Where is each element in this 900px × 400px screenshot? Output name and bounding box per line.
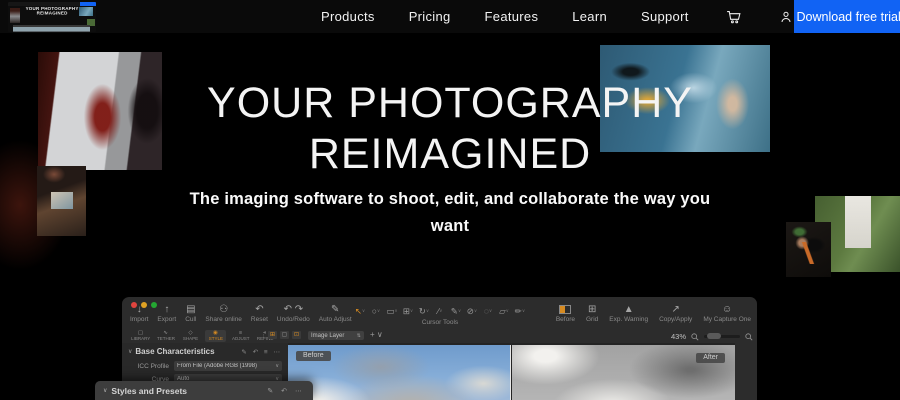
tool-tabs: ▢ LIBRARY ∿ TETHER ◇ SHAPE ◉ STYLE ≡ ADJ… xyxy=(130,330,276,342)
zoom-in-icon[interactable] xyxy=(745,332,753,341)
collapse-chevron-icon[interactable]: ∨ xyxy=(103,387,107,394)
thumb-mini-app-screenshot xyxy=(13,25,90,32)
auto-adjust-button[interactable]: ✎ Auto Adjust xyxy=(319,304,352,323)
layer-select[interactable]: Image Layer ⇅ xyxy=(308,331,364,340)
cull-icon: ▤ xyxy=(186,304,196,315)
straighten-cursor-tool[interactable]: ∕∨ xyxy=(432,306,448,317)
tab-style[interactable]: ◉ STYLE xyxy=(205,330,226,342)
panel-action-icons[interactable]: ✎ ↶ ⋯ xyxy=(267,387,305,395)
undo-redo-button[interactable]: ↶ ↷ Undo/Redo xyxy=(277,304,310,323)
cull-button[interactable]: ▤ Cull xyxy=(185,304,196,323)
exposure-warning-button[interactable]: ▲ Exp. Warning xyxy=(609,304,648,323)
tabs-overflow-icon[interactable]: ⋮ xyxy=(260,331,267,339)
grid-cursor-tool[interactable]: ⊞∨ xyxy=(400,306,416,317)
thumb-mini-cta xyxy=(80,2,96,6)
nav-link-learn[interactable]: Learn xyxy=(572,9,607,24)
copy-apply-icon: ↗ xyxy=(671,304,680,315)
import-button[interactable]: ↓ Import xyxy=(130,304,148,323)
mask-view-icon[interactable]: ⊞ xyxy=(268,331,277,339)
my-capture-one-button[interactable]: ☺ My Capture One xyxy=(703,304,751,323)
select-cursor-tool[interactable]: ↖∨ xyxy=(352,306,368,317)
crop-cursor-tool[interactable]: ▭∨ xyxy=(384,306,400,317)
tab-adjust[interactable]: ≡ ADJUST xyxy=(230,330,251,342)
zoom-slider[interactable] xyxy=(704,333,740,339)
layer-view-buttons: ⊞ ▢ ⊡ xyxy=(268,331,301,339)
top-navigation: YOUR PHOTOGRAPHY REIMAGINED Products Pri… xyxy=(0,0,900,33)
adjust-icon: ≡ xyxy=(238,330,243,336)
viewer-before-image[interactable]: Before xyxy=(288,345,511,400)
user-profile-icon: ☺ xyxy=(722,304,733,315)
clone-cursor-tool[interactable]: ▱∨ xyxy=(496,306,512,317)
logo-page-thumbnail[interactable]: YOUR PHOTOGRAPHY REIMAGINED xyxy=(8,2,96,32)
image-viewer: Before After xyxy=(288,343,735,400)
tab-library[interactable]: ▢ LIBRARY xyxy=(130,330,151,342)
undo-redo-icon: ↶ ↷ xyxy=(283,304,304,315)
hero-subtitle: The imaging software to shoot, edit, and… xyxy=(189,190,711,235)
icc-profile-select[interactable]: From File (Adobe RGB (1998) ∨ xyxy=(174,361,282,371)
cursor-tools-group: ↖∨ ○∨ ▭∨ ⊞∨ ↻∨ ∕∨ ✎∨ ⊘∨ ◌∨ ▱∨ ✏∨ xyxy=(352,306,528,317)
tab-shape[interactable]: ◇ SHAPE xyxy=(180,330,201,342)
download-free-trial-button[interactable]: Download free trial xyxy=(793,0,900,33)
tether-icon: ∿ xyxy=(163,330,168,336)
styles-and-presets-panel[interactable]: ∨ Styles and Presets ✎ ↶ ⋯ xyxy=(95,381,313,400)
warning-triangle-icon: ▲ xyxy=(623,304,634,315)
zoom-controls: 43% xyxy=(671,332,753,341)
nav-link-pricing[interactable]: Pricing xyxy=(409,9,451,24)
grid-toggle-button[interactable]: ⊞ Grid xyxy=(586,304,598,323)
export-button[interactable]: ↑ Export xyxy=(157,304,176,323)
account-icon[interactable] xyxy=(778,9,794,25)
grid-icon: ⊞ xyxy=(587,304,597,315)
toolbar-left-group: ↓ Import ↑ Export ▤ Cull ⚇ Share online … xyxy=(130,304,352,323)
stepper-icon: ⇅ xyxy=(356,332,361,339)
zoom-out-icon[interactable] xyxy=(691,332,699,341)
chevron-down-icon: ∨ xyxy=(275,363,279,369)
shape-icon: ◇ xyxy=(188,330,193,336)
viewer-after-image[interactable]: After xyxy=(512,345,735,400)
zoom-level-value: 43% xyxy=(670,332,686,341)
rotate-cursor-tool[interactable]: ↻∨ xyxy=(416,306,432,317)
hero-photo-photographer xyxy=(786,222,831,277)
overlay-view-icon[interactable]: ⊡ xyxy=(292,331,301,339)
import-icon: ↓ xyxy=(136,304,142,315)
heal-cursor-tool[interactable]: ◌∨ xyxy=(480,306,496,317)
nav-links: Products Pricing Features Learn Support xyxy=(321,9,689,24)
cursor-tools-label: Cursor Tools xyxy=(421,319,459,326)
export-icon: ↑ xyxy=(164,304,170,315)
hero-title: YOUR PHOTOGRAPHY REIMAGINED xyxy=(0,78,900,180)
pan-cursor-tool[interactable]: ○∨ xyxy=(368,306,384,317)
before-toggle-button[interactable]: Before xyxy=(556,304,575,323)
annotate-cursor-tool[interactable]: ✏∨ xyxy=(512,306,528,317)
nav-link-features[interactable]: Features xyxy=(485,9,539,24)
landing-page: YOUR PHOTOGRAPHY REIMAGINED Products Pri… xyxy=(0,0,900,400)
after-badge: After xyxy=(696,353,725,363)
erase-mask-cursor-tool[interactable]: ⊘∨ xyxy=(464,306,480,317)
reset-icon: ↶ xyxy=(255,304,264,315)
style-icon: ◉ xyxy=(213,330,218,336)
nav-link-products[interactable]: Products xyxy=(321,9,375,24)
nav-link-support[interactable]: Support xyxy=(641,9,689,24)
reset-button[interactable]: ↶ Reset xyxy=(251,304,268,323)
library-icon: ▢ xyxy=(137,330,144,336)
cart-icon[interactable] xyxy=(725,8,742,25)
share-online-button[interactable]: ⚇ Share online xyxy=(205,304,242,323)
layer-view-icon[interactable]: ▢ xyxy=(280,331,289,339)
icc-profile-row: ICC Profile From File (Adobe RGB (1998) … xyxy=(122,361,288,371)
draw-mask-cursor-tool[interactable]: ✎∨ xyxy=(448,306,464,317)
thumb-mini-title: YOUR PHOTOGRAPHY REIMAGINED xyxy=(25,6,79,16)
hero-title-line1: YOUR PHOTOGRAPHY xyxy=(207,79,693,127)
copy-apply-button[interactable]: ↗ Copy/Apply xyxy=(659,304,692,323)
hero-title-line2: REIMAGINED xyxy=(308,130,592,178)
before-after-icon xyxy=(559,305,572,314)
auto-adjust-icon: ✎ xyxy=(331,304,340,315)
tab-tether[interactable]: ∿ TETHER xyxy=(155,330,176,342)
collapse-chevron-icon[interactable]: ∨ xyxy=(128,348,132,355)
panel-action-icons[interactable]: ✎ ↶ ≡ ⋯ xyxy=(241,348,282,356)
zoom-slider-handle[interactable] xyxy=(707,333,721,339)
share-people-icon: ⚇ xyxy=(219,304,229,315)
add-layer-button[interactable]: + ∨ xyxy=(370,330,383,339)
tool-tabs-row: ▢ LIBRARY ∿ TETHER ◇ SHAPE ◉ STYLE ≡ ADJ… xyxy=(122,330,757,343)
toolbar-right-group: Before ⊞ Grid ▲ Exp. Warning ↗ Copy/Appl… xyxy=(556,304,751,323)
before-badge: Before xyxy=(296,351,331,361)
base-characteristics-header[interactable]: ∨ Base Characteristics ✎ ↶ ≡ ⋯ xyxy=(122,343,288,358)
